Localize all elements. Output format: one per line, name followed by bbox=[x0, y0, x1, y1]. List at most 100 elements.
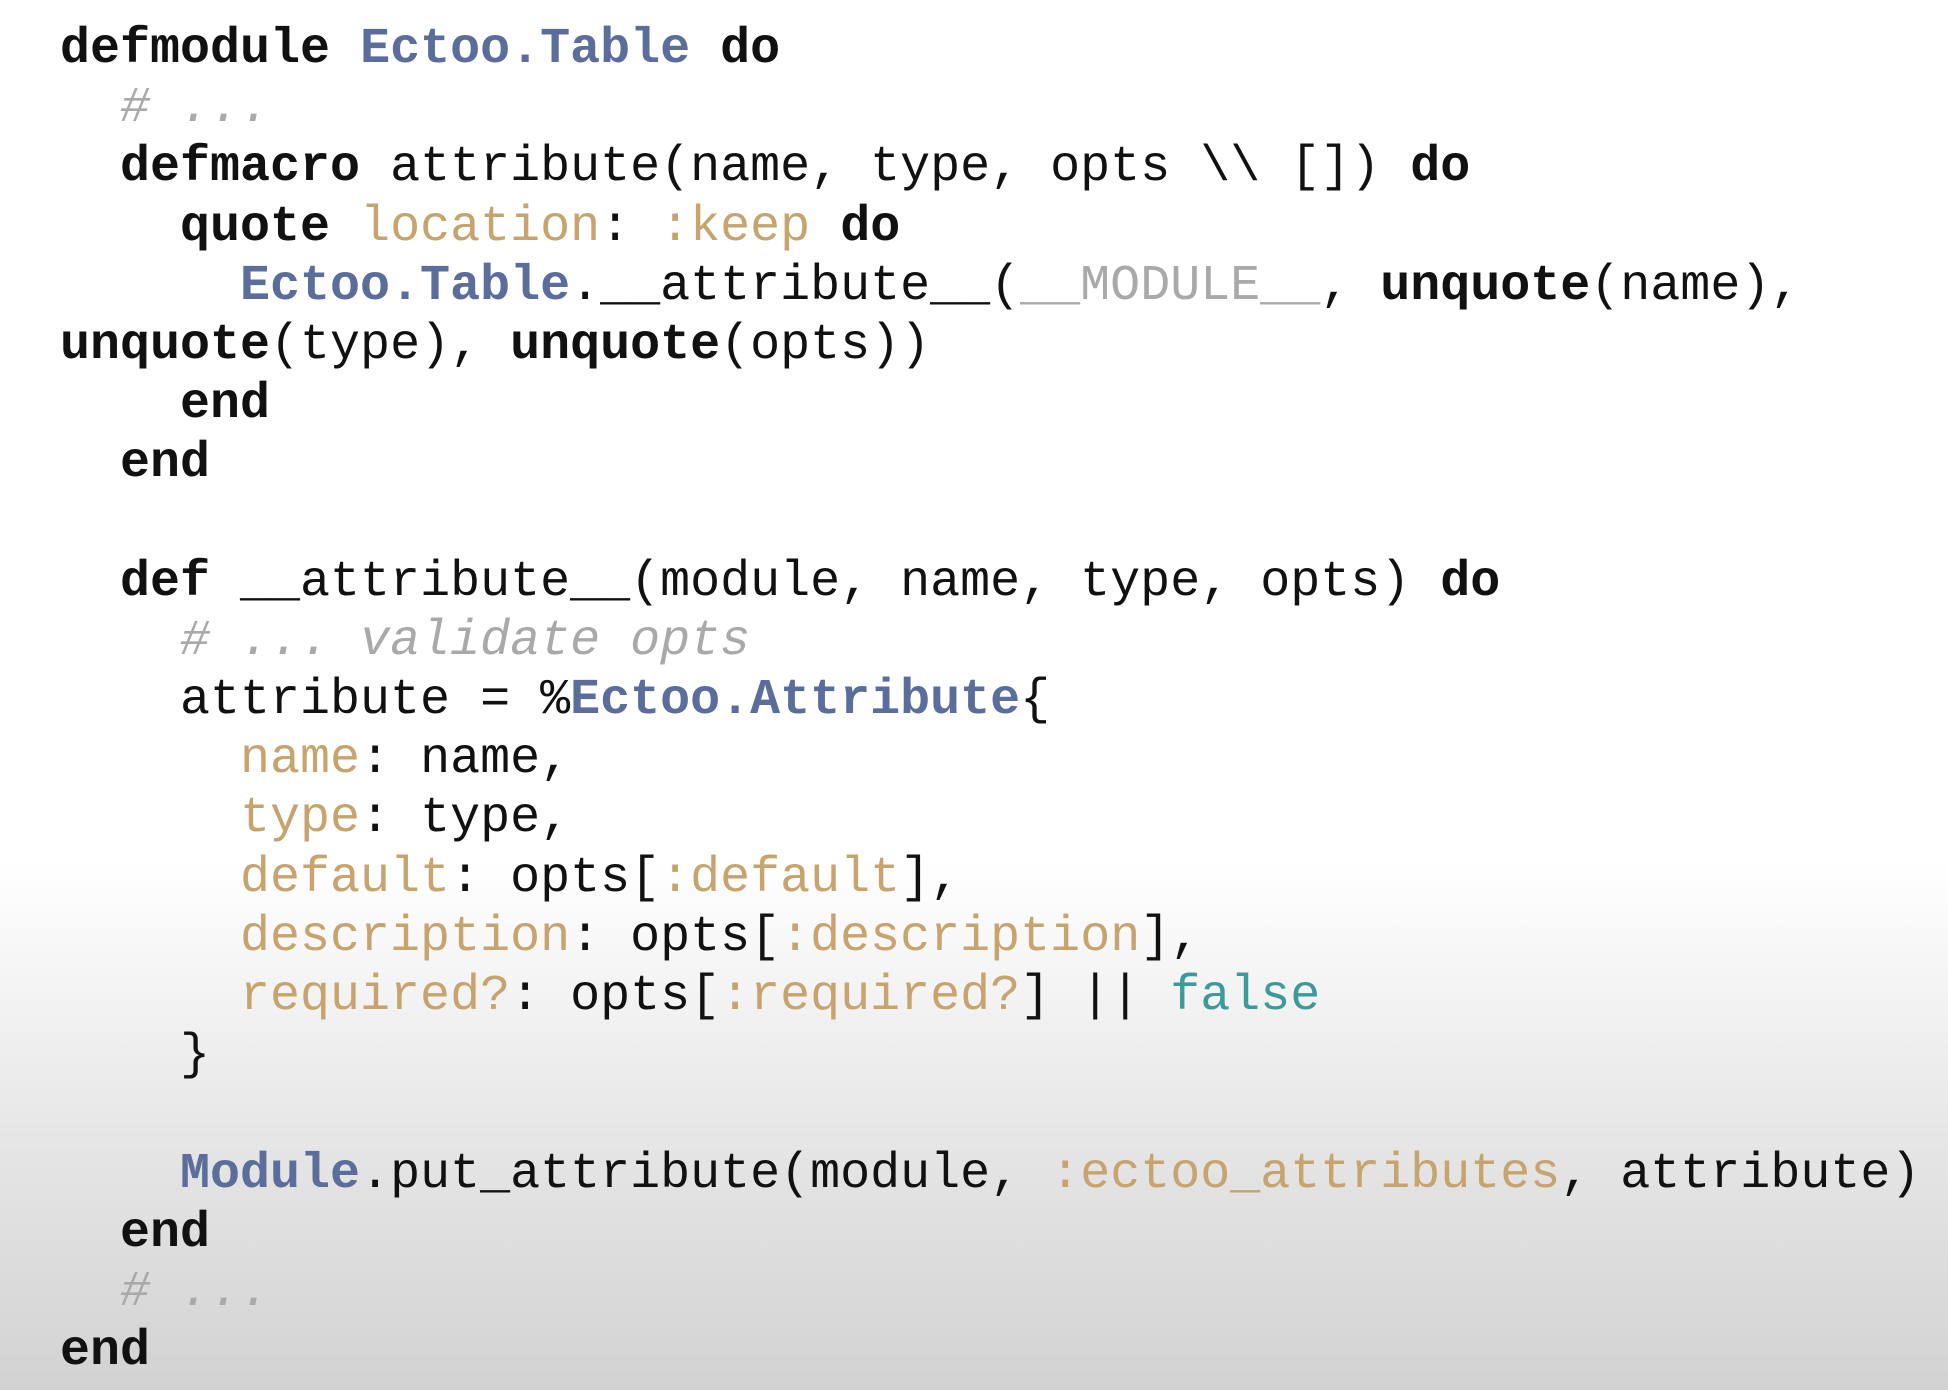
code-token-atom: description bbox=[240, 908, 571, 966]
code-token-keyword: unquote bbox=[60, 316, 271, 374]
code-token-keyword: end bbox=[120, 1204, 211, 1262]
code-token-plain: : opts[ bbox=[450, 849, 661, 907]
code-line: Module.put_attribute(module, :ectoo_attr… bbox=[60, 1145, 1920, 1204]
code-line: defmodule Ectoo.Table do bbox=[60, 20, 1920, 79]
code-token-keyword: defmodule bbox=[60, 21, 331, 78]
code-token-plain: __attribute__(module, name, type, opts) bbox=[210, 553, 1441, 611]
code-token-keyword: end bbox=[60, 1323, 151, 1381]
code-token-keyword: end bbox=[180, 376, 271, 434]
code-token-plain: attribute(name, type, opts \\ []) bbox=[360, 139, 1411, 197]
code-line: end bbox=[60, 434, 1920, 493]
code-token-plain: ], bbox=[1140, 908, 1201, 966]
code-token-keyword: do bbox=[1410, 139, 1471, 197]
code-token-module: Ectoo.Attribute bbox=[570, 672, 1021, 730]
code-token-atom: type bbox=[240, 790, 361, 848]
code-token-keyword: unquote bbox=[510, 316, 721, 374]
code-token-keyword: def bbox=[120, 553, 211, 611]
code-token-comment: # ... bbox=[120, 1263, 271, 1321]
code-token-keyword: do bbox=[1440, 553, 1501, 611]
code-token-plain: ] || bbox=[1020, 968, 1171, 1025]
code-token-dim: __MODULE__ bbox=[1020, 257, 1321, 315]
code-token-plain: (name), bbox=[1590, 257, 1801, 315]
code-token-bool: false bbox=[1170, 968, 1321, 1025]
code-line: type: type, bbox=[60, 789, 1920, 848]
code-token-atom: name bbox=[240, 731, 361, 789]
code-line: end bbox=[60, 375, 1920, 434]
code-token-keyword: do bbox=[720, 21, 781, 78]
code-line: default: opts[:default], bbox=[60, 849, 1920, 908]
code-token-plain: ], bbox=[900, 849, 961, 907]
code-line: # ... bbox=[60, 1263, 1920, 1322]
code-token-plain: { bbox=[1020, 672, 1051, 730]
code-token-comment: # ... bbox=[120, 80, 271, 138]
code-token-plain: , attribute) bbox=[1560, 1145, 1921, 1203]
code-token-plain: : bbox=[600, 198, 661, 256]
code-token-plain: : opts[ bbox=[510, 968, 721, 1025]
code-line: unquote(type), unquote(opts)) bbox=[60, 316, 1920, 375]
code-token-plain: .__attribute__( bbox=[570, 257, 1021, 315]
code-token-keyword: unquote bbox=[1380, 257, 1591, 315]
code-token-keyword: defmacro bbox=[120, 139, 361, 197]
code-token-plain: (opts)) bbox=[720, 316, 931, 374]
code-line: attribute = %Ectoo.Attribute{ bbox=[60, 671, 1920, 730]
code-token-plain: , bbox=[1320, 257, 1381, 315]
code-token-atom: :ectoo_attributes bbox=[1050, 1145, 1561, 1203]
code-token-plain: } bbox=[60, 1027, 211, 1085]
code-token-module: Ectoo.Table bbox=[360, 21, 691, 78]
code-line: defmacro attribute(name, type, opts \\ [… bbox=[60, 138, 1920, 197]
code-token-atom: :default bbox=[660, 849, 901, 907]
code-token-plain: : type, bbox=[360, 790, 571, 848]
code-line: end bbox=[60, 1322, 1920, 1381]
code-token-plain: .put_attribute(module, bbox=[360, 1145, 1051, 1203]
code-line: end bbox=[60, 1204, 1920, 1263]
code-token-atom: :required? bbox=[720, 968, 1021, 1025]
code-line: } bbox=[60, 1026, 1920, 1085]
code-token-plain: : opts[ bbox=[570, 908, 781, 966]
code-token-atom: default bbox=[240, 849, 451, 907]
code-line: # ... validate opts bbox=[60, 612, 1920, 671]
code-line: required?: opts[:required?] || false bbox=[60, 967, 1920, 1026]
code-line: quote location: :keep do bbox=[60, 198, 1920, 257]
code-token-keyword: end bbox=[120, 435, 211, 493]
code-token-module: Module bbox=[180, 1145, 361, 1203]
code-token-comment: # ... validate opts bbox=[180, 612, 751, 670]
code-token-atom: required? bbox=[240, 968, 511, 1025]
code-token-atom: :keep bbox=[660, 198, 811, 256]
code-token-module: Ectoo.Table bbox=[240, 257, 571, 315]
code-line: name: name, bbox=[60, 730, 1920, 789]
code-token-atom: location bbox=[360, 198, 601, 256]
code-token-plain: : name, bbox=[360, 731, 571, 789]
code-line: # ... bbox=[60, 79, 1920, 138]
code-token-plain: (type), bbox=[270, 316, 511, 374]
code-block: defmodule Ectoo.Table do # ... defmacro … bbox=[60, 20, 1920, 1381]
code-token-plain: attribute = % bbox=[60, 672, 571, 730]
code-token-keyword: quote bbox=[180, 198, 331, 256]
code-token-keyword: do bbox=[840, 198, 901, 256]
code-line: Ectoo.Table.__attribute__(__MODULE__, un… bbox=[60, 257, 1920, 316]
code-line: def __attribute__(module, name, type, op… bbox=[60, 553, 1920, 612]
code-token-atom: :description bbox=[780, 908, 1141, 966]
code-line: description: opts[:description], bbox=[60, 908, 1920, 967]
